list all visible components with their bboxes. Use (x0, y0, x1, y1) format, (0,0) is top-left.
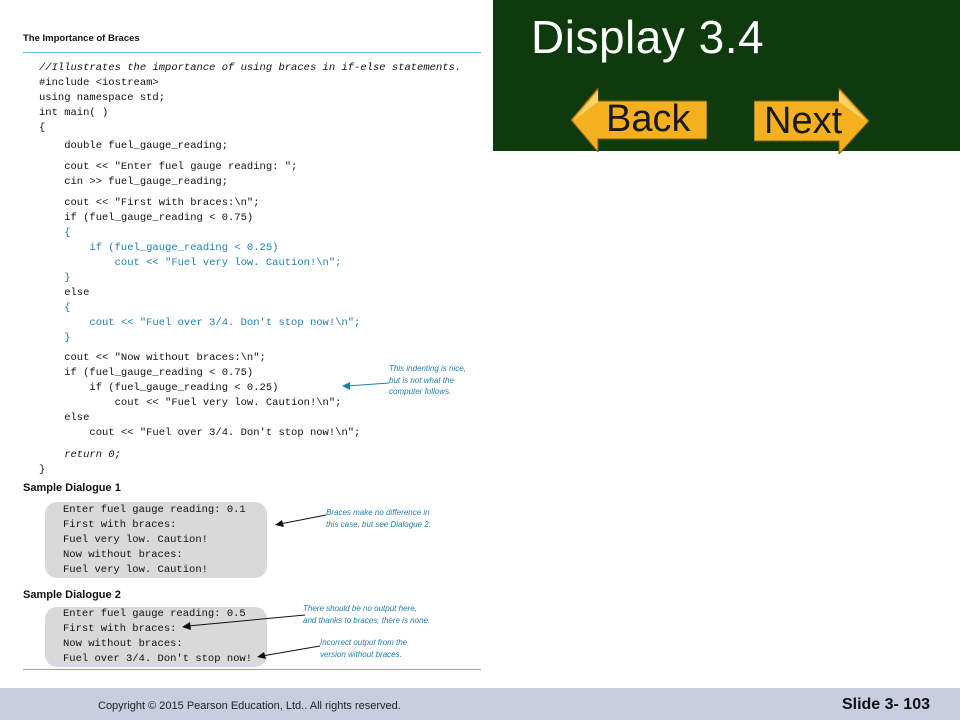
dialogue-line: Fuel very low. Caution! (63, 564, 208, 576)
code-figure: The Importance of Braces //Illustrates t… (23, 30, 481, 671)
code-line: } (39, 464, 46, 476)
code-line: else (39, 287, 90, 299)
note-arrow-icon (342, 382, 390, 390)
code-line: cout << "Fuel over 3/4. Don't stop now!\… (39, 427, 361, 439)
code-line: { (39, 302, 71, 314)
dialogue-line: Enter fuel gauge reading: 0.1 (63, 504, 246, 516)
footer-bar: Copyright © 2015 Pearson Education, Ltd.… (0, 688, 960, 720)
slide-title: Display 3.4 (531, 11, 765, 63)
dialogue2-title: Sample Dialogue 2 (23, 589, 121, 601)
figure-heading: The Importance of Braces (23, 33, 140, 44)
dialogue-line: Now without braces: (63, 549, 183, 561)
dialogue-line: First with braces: (63, 519, 177, 531)
code-line: else (39, 412, 90, 424)
note-dialogue2-braces: There should be no output here, and than… (303, 604, 431, 625)
dialogue-line: First with braces: (63, 623, 177, 635)
code-line: double fuel_gauge_reading; (39, 140, 229, 152)
back-button-label: Back (606, 98, 691, 140)
note-arrow-icon (257, 645, 321, 659)
code-line: { (39, 227, 71, 239)
next-button[interactable]: Next (754, 88, 870, 154)
dialogue1-title: Sample Dialogue 1 (23, 482, 121, 494)
code-line: if (fuel_gauge_reading < 0.75) (39, 212, 254, 224)
code-line: using namespace std; (39, 92, 166, 104)
code-line: #include <iostream> (39, 77, 159, 89)
copyright-text: Copyright © 2015 Pearson Education, Ltd.… (98, 700, 401, 712)
note-dialogue1: Braces make no difference in this case, … (326, 508, 431, 529)
dialogue-line: Fuel very low. Caution! (63, 534, 208, 546)
code-line: } (39, 332, 71, 344)
code-line: } (39, 272, 71, 284)
figure-top-rule (23, 52, 481, 53)
next-button-label: Next (764, 100, 843, 142)
note-arrow-icon (275, 514, 327, 527)
code-line: cout << "Fuel very low. Caution!\n"; (39, 397, 342, 409)
dialogue-line: Now without braces: (63, 638, 183, 650)
code-line: if (fuel_gauge_reading < 0.25) (39, 242, 279, 254)
note-dialogue2-incorrect: Incorrect output from the version withou… (320, 638, 408, 659)
code-line: //Illustrates the importance of using br… (39, 62, 462, 74)
code-line: if (fuel_gauge_reading < 0.75) (39, 367, 254, 379)
note-indenting: This indenting is nice, but is not what … (389, 364, 466, 396)
dialogue-line: Fuel over 3/4. Don't stop now! (63, 653, 253, 665)
slide-number: Slide 3- 103 (841, 696, 930, 713)
title-block: Display 3.4 Back Next (493, 0, 960, 154)
back-button[interactable]: Back (571, 88, 707, 152)
figure-bottom-rule (23, 669, 481, 670)
code-line: cout << "Enter fuel gauge reading: "; (39, 161, 298, 173)
code-line: cout << "Fuel very low. Caution!\n"; (39, 257, 342, 269)
code-line: cout << "First with braces:\n"; (39, 197, 260, 209)
code-line: int main( ) (39, 107, 109, 119)
code-line: cout << "Fuel over 3/4. Don't stop now!\… (39, 317, 361, 329)
note-arrow-icon (182, 614, 306, 630)
code-line: return 0; (39, 449, 121, 461)
code-line: cin >> fuel_gauge_reading; (39, 176, 229, 188)
code-line: cout << "Now without braces:\n"; (39, 352, 266, 364)
code-line: { (39, 122, 46, 134)
code-line: if (fuel_gauge_reading < 0.25) (39, 382, 279, 394)
